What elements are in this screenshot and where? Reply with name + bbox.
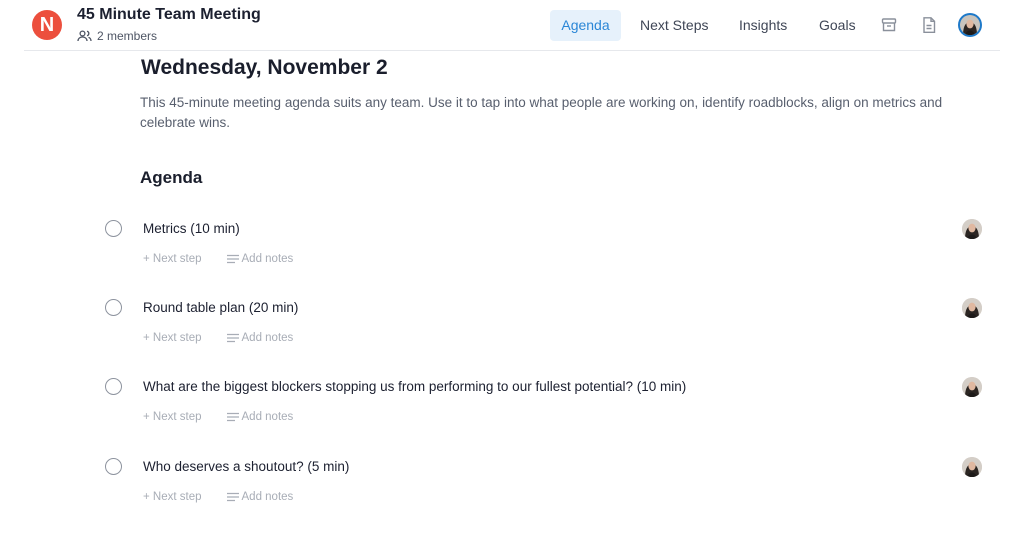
agenda-item-title[interactable]: What are the biggest blockers stopping u… xyxy=(143,379,686,394)
agenda-item: Who deserves a shoutout? (5 min) + Next … xyxy=(0,457,1024,528)
add-notes-button[interactable]: Add notes xyxy=(226,332,294,344)
add-notes-label: Add notes xyxy=(241,411,294,423)
assignee-avatar[interactable] xyxy=(962,298,982,318)
user-avatar[interactable] xyxy=(958,13,982,37)
avatar-portrait-icon xyxy=(962,219,982,239)
top-header: N 45 Minute Team Meeting 2 members Agend… xyxy=(0,0,1024,50)
add-notes-button[interactable]: Add notes xyxy=(226,253,294,265)
avatar-portrait-icon xyxy=(960,15,980,35)
agenda-item-actions: + Next step Add notes xyxy=(143,411,293,423)
meeting-description[interactable]: This 45-minute meeting agenda suits any … xyxy=(140,93,1000,133)
notes-lines-icon xyxy=(226,333,239,343)
notes-lines-icon xyxy=(226,412,239,422)
archive-icon[interactable] xyxy=(880,16,898,34)
workspace-logo[interactable]: N xyxy=(32,10,62,40)
add-next-step-button[interactable]: + Next step xyxy=(143,411,202,423)
header-divider xyxy=(24,50,1000,51)
agenda-item-actions: + Next step Add notes xyxy=(143,253,293,265)
add-notes-label: Add notes xyxy=(241,253,294,265)
members-indicator[interactable]: 2 members xyxy=(77,29,157,43)
add-next-step-button[interactable]: + Next step xyxy=(143,332,202,344)
meeting-title[interactable]: 45 Minute Team Meeting xyxy=(77,6,261,24)
meeting-date[interactable]: Wednesday, November 2 xyxy=(141,56,388,80)
agenda-item-title[interactable]: Who deserves a shoutout? (5 min) xyxy=(143,459,349,474)
avatar-portrait-icon xyxy=(962,457,982,477)
complete-checkbox[interactable] xyxy=(105,220,122,237)
agenda-item-actions: + Next step Add notes xyxy=(143,332,293,344)
tab-next-steps[interactable]: Next Steps xyxy=(640,10,708,41)
assignee-avatar[interactable] xyxy=(962,219,982,239)
agenda-item: Metrics (10 min) + Next step Add notes xyxy=(0,219,1024,290)
agenda-item-title[interactable]: Round table plan (20 min) xyxy=(143,300,298,315)
agenda-item: What are the biggest blockers stopping u… xyxy=(0,377,1024,448)
add-next-step-button[interactable]: + Next step xyxy=(143,253,202,265)
complete-checkbox[interactable] xyxy=(105,378,122,395)
add-notes-label: Add notes xyxy=(241,332,294,344)
tab-goals[interactable]: Goals xyxy=(819,10,856,41)
notes-lines-icon xyxy=(226,492,239,502)
agenda-item: Round table plan (20 min) + Next step Ad… xyxy=(0,298,1024,369)
complete-checkbox[interactable] xyxy=(105,299,122,316)
complete-checkbox[interactable] xyxy=(105,458,122,475)
document-icon[interactable] xyxy=(920,16,938,34)
notes-lines-icon xyxy=(226,254,239,264)
agenda-item-actions: + Next step Add notes xyxy=(143,491,293,503)
agenda-heading: Agenda xyxy=(140,168,203,187)
add-notes-label: Add notes xyxy=(241,491,294,503)
add-notes-button[interactable]: Add notes xyxy=(226,491,294,503)
add-next-step-button[interactable]: + Next step xyxy=(143,491,202,503)
agenda-item-title[interactable]: Metrics (10 min) xyxy=(143,221,240,236)
tab-agenda[interactable]: Agenda xyxy=(550,10,621,41)
members-count: 2 members xyxy=(97,29,158,43)
assignee-avatar[interactable] xyxy=(962,377,982,397)
people-icon xyxy=(77,30,92,42)
add-notes-button[interactable]: Add notes xyxy=(226,411,294,423)
tab-insights[interactable]: Insights xyxy=(739,10,787,41)
avatar-portrait-icon xyxy=(962,377,982,397)
assignee-avatar[interactable] xyxy=(962,457,982,477)
avatar-portrait-icon xyxy=(962,298,982,318)
